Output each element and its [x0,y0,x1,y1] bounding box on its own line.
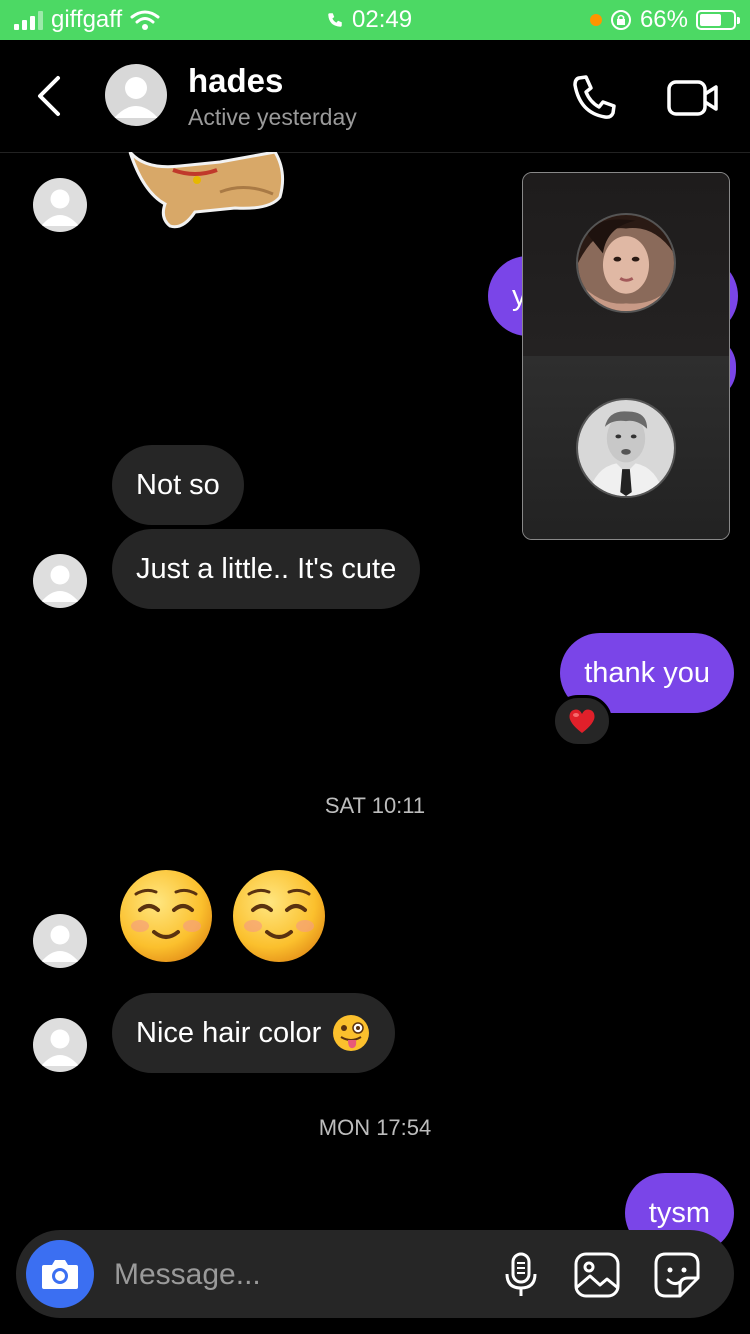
contact-avatar-small[interactable] [33,1018,87,1072]
contact-name[interactable]: hades [188,62,283,100]
remote-video-tile [523,173,729,356]
heart-icon [569,709,595,733]
battery-percent: 66% [639,6,688,33]
contact-avatar-small[interactable] [33,178,87,232]
incoming-message-bubble[interactable]: Nice hair color 😜 [112,993,396,1073]
video-camera-icon[interactable] [664,74,722,122]
call-in-progress-icon [328,13,342,27]
microphone-indicator-dot [589,14,602,26]
video-call-preview[interactable] [522,172,730,540]
carrier-name: giffgaff [51,6,123,33]
incoming-message-bubble[interactable]: Not so [112,445,244,525]
chevron-left-icon[interactable] [30,72,70,120]
message-text: thank you [584,657,710,689]
dog-sticker-image[interactable] [125,152,290,232]
status-bar: giffgaff 02:49 66% [0,0,750,40]
self-participant-photo [576,398,676,498]
smiling-face-emoji-icon [120,870,212,962]
emoji-message[interactable]: ☺️☺️ [118,868,330,966]
remote-participant-photo [576,213,676,313]
smiling-face-emoji-icon [233,870,325,962]
winking-tongue-emoji-icon [333,1015,370,1051]
message-text: Nice hair color [136,1017,322,1049]
heart-reaction[interactable] [552,695,612,747]
date-separator: MON 17:54 [318,1115,432,1140]
signal-strength-icon [14,10,43,30]
self-video-tile [523,356,729,539]
gallery-icon[interactable] [572,1250,622,1300]
message-input[interactable] [112,1250,486,1300]
message-text: tysm [648,1197,710,1229]
camera-icon [42,1260,78,1289]
contact-avatar-small[interactable] [33,554,87,608]
microphone-icon[interactable] [496,1250,546,1300]
clock: 02:49 [352,6,413,33]
camera-button[interactable] [26,1240,94,1308]
incoming-message-bubble[interactable]: Just a little.. It's cute [112,529,421,609]
phone-icon[interactable] [566,72,622,122]
message-composer [16,1230,734,1318]
wifi-icon [130,10,160,30]
contact-avatar-small[interactable] [33,914,87,968]
message-text: Not so [136,469,220,501]
message-text: Just a little.. It's cute [136,553,397,585]
battery-icon [696,10,740,30]
orientation-lock-icon [610,10,631,30]
chat-header: hades Active yesterday [0,40,750,153]
contact-activity-status: Active yesterday [188,104,357,130]
sticker-icon[interactable] [652,1250,702,1300]
date-separator: SAT 10:11 [324,793,426,818]
contact-avatar[interactable] [105,64,167,126]
winking-tongue-emoji: 😜 [331,1013,371,1053]
